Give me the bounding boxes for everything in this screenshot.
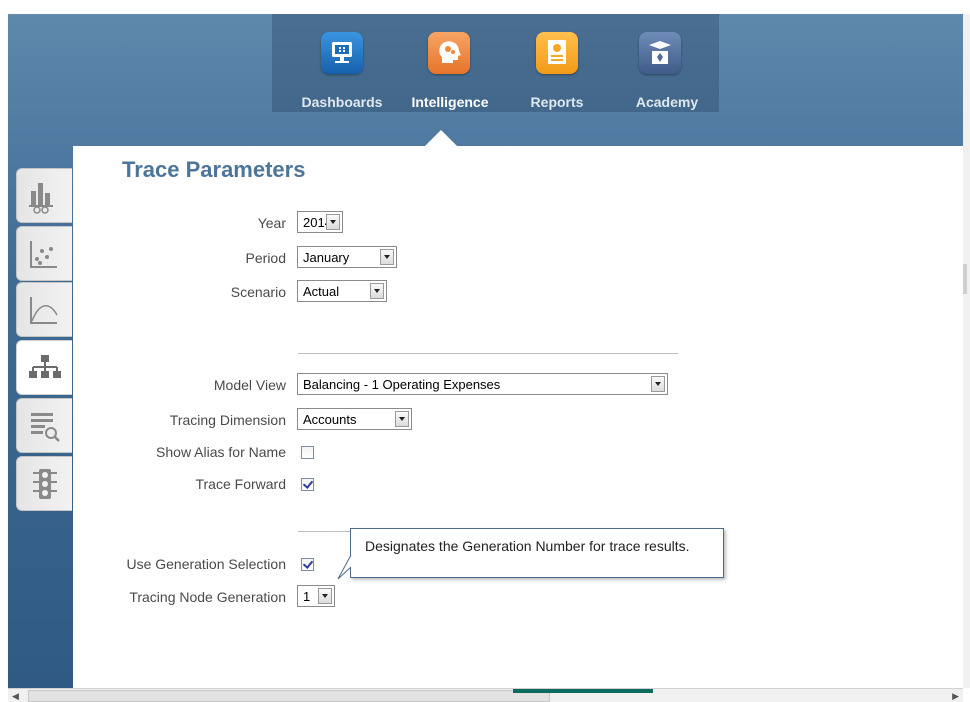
tooltip-pointer (337, 555, 352, 580)
nav-dashboards-label: Dashboards (301, 94, 383, 110)
period-select[interactable]: January (297, 246, 397, 268)
bar-chart-glasses-icon (29, 183, 53, 214)
chevron-down-icon (326, 214, 340, 230)
scenario-value: Actual (303, 284, 340, 299)
trace-forward-checkbox[interactable] (301, 478, 314, 491)
tracing-node-generation-value: 1 (303, 589, 311, 604)
scatter-plot-icon (30, 241, 57, 268)
vertical-scrollbar[interactable] (963, 14, 970, 688)
nav-intelligence-label: Intelligence (411, 94, 489, 110)
tracing-node-generation-select[interactable]: 1 (297, 585, 335, 607)
nav-academy-label: Academy (635, 94, 699, 110)
chevron-down-icon (318, 588, 332, 604)
side-tab-trace[interactable] (16, 340, 72, 395)
nav-intelligence[interactable]: Intelligence (400, 14, 500, 112)
scroll-left-arrow-icon[interactable]: ◀ (12, 691, 19, 702)
model-view-value: Balancing - 1 Operating Expenses (303, 377, 501, 392)
scenario-label: Scenario (230, 284, 286, 300)
period-value: January (303, 250, 350, 265)
help-tooltip: Designates the Generation Number for tra… (350, 528, 724, 578)
side-tab-analysis[interactable] (16, 168, 72, 223)
graduate-icon (639, 32, 681, 74)
period-label: Period (245, 250, 286, 266)
divider (298, 353, 678, 354)
scenario-select[interactable]: Actual (297, 280, 387, 302)
head-gears-icon (428, 32, 470, 74)
scroll-right-arrow-icon[interactable]: ▶ (952, 691, 959, 702)
traffic-light-icon (33, 469, 57, 499)
nav-dashboards[interactable]: Dashboards (292, 14, 392, 112)
horizontal-scrollbar[interactable]: ◀ ▶ (8, 688, 963, 702)
year-label: Year (257, 215, 286, 231)
tracing-node-generation-label: Tracing Node Generation (129, 589, 286, 605)
trace-forward-label: Trace Forward (195, 476, 286, 492)
horizontal-scroll-thumb[interactable] (28, 690, 550, 702)
tracing-dimension-value: Accounts (303, 412, 357, 427)
active-nav-indicator (425, 130, 457, 146)
vertical-scroll-thumb[interactable] (963, 264, 967, 294)
divider (298, 531, 352, 532)
year-select[interactable]: 2014 (297, 211, 343, 233)
show-alias-checkbox[interactable] (301, 446, 314, 459)
report-icon (536, 32, 578, 74)
use-generation-checkbox[interactable] (301, 558, 314, 571)
chevron-down-icon (370, 283, 384, 299)
curve-chart-icon (30, 297, 58, 324)
model-view-label: Model View (213, 377, 286, 393)
side-tab-scatter[interactable] (16, 226, 72, 281)
use-generation-label: Use Generation Selection (126, 556, 286, 572)
nav-reports-label: Reports (530, 94, 584, 110)
side-tab-list[interactable] (16, 398, 72, 453)
scroll-accent (513, 689, 653, 693)
monitor-icon (321, 32, 363, 74)
chevron-down-icon (395, 411, 409, 427)
tracing-dimension-label: Tracing Dimension (169, 412, 286, 428)
nav-academy[interactable]: Academy (617, 14, 717, 112)
side-tab-curve[interactable] (16, 282, 72, 337)
tooltip-text: Designates the Generation Number for tra… (365, 538, 690, 554)
hierarchy-icon (29, 355, 61, 378)
chevron-down-icon (380, 249, 394, 265)
page-title: Trace Parameters (122, 157, 306, 182)
list-search-icon (31, 413, 60, 442)
top-nav: Dashboards Intelligence Reports Academy (272, 14, 719, 112)
tracing-dimension-select[interactable]: Accounts (297, 408, 412, 430)
chevron-down-icon (651, 376, 665, 392)
show-alias-label: Show Alias for Name (156, 444, 286, 460)
nav-reports[interactable]: Reports (512, 14, 602, 112)
side-tab-traffic[interactable] (16, 456, 72, 511)
model-view-select[interactable]: Balancing - 1 Operating Expenses (297, 373, 668, 395)
